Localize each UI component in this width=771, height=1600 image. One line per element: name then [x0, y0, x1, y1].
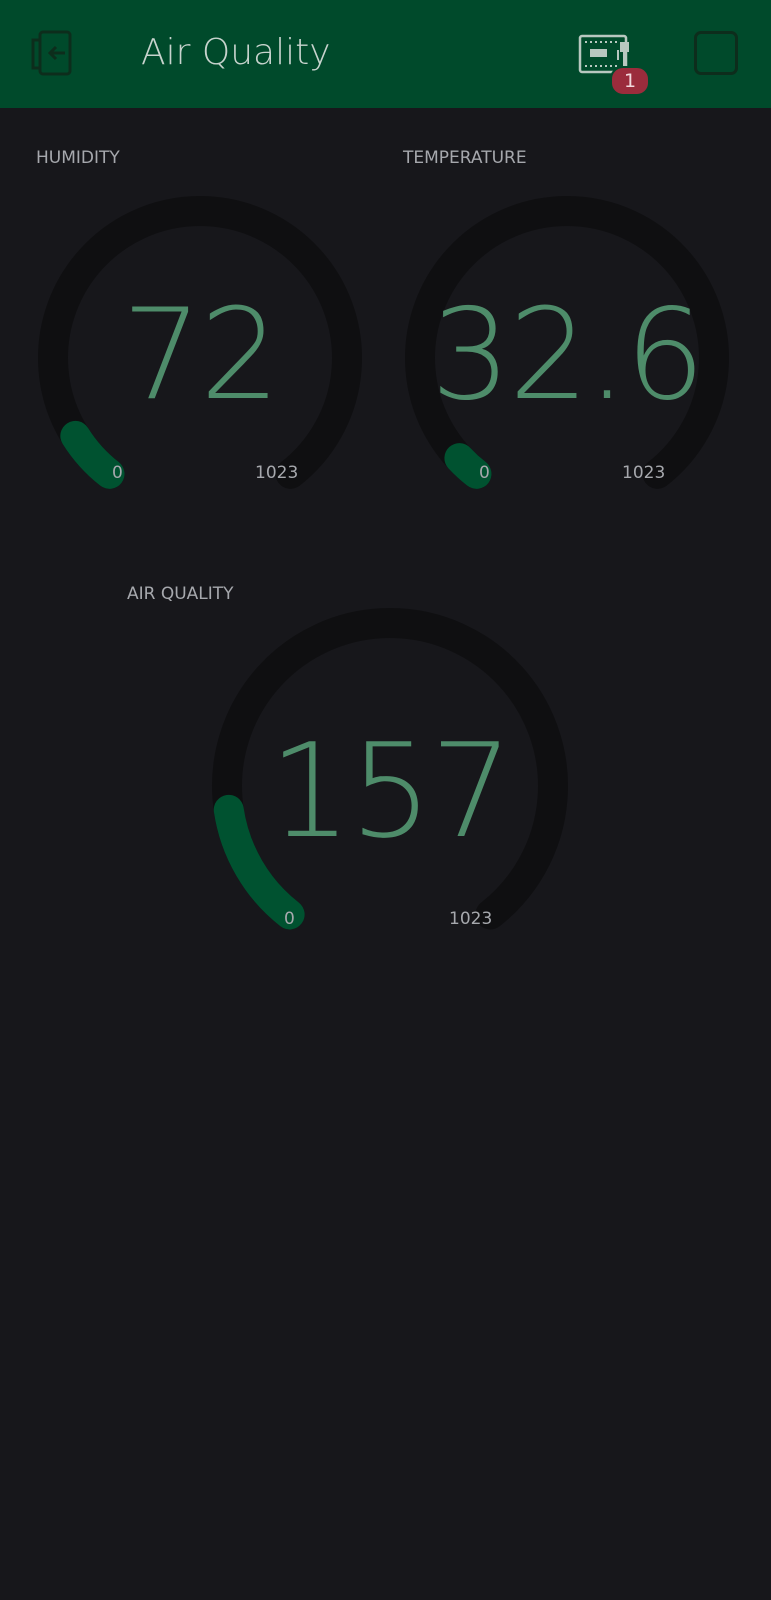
app-screen: Air Quality 1 HUMIDITY 72 0 1023 TEMPERA…: [0, 0, 771, 1600]
gauge-max: 1023: [255, 463, 299, 483]
gauge-value: 157: [268, 715, 513, 867]
back-arrow-icon: [31, 30, 72, 76]
gauge-fill: [444, 443, 492, 489]
gauge-min: 0: [284, 909, 295, 929]
gauge-min: 0: [479, 463, 490, 483]
gauge-value: 32.6: [430, 281, 706, 428]
device-notification-badge: 1: [610, 66, 650, 96]
humidity-gauge-widget[interactable]: HUMIDITY 72 0 1023: [30, 140, 370, 490]
top-app-bar: Air Quality 1: [0, 0, 771, 108]
gauge-min: 0: [112, 463, 123, 483]
stop-button[interactable]: [694, 31, 738, 75]
temperature-gauge-widget[interactable]: TEMPERATURE 32.6 0 1023: [397, 140, 737, 490]
page-title: Air Quality: [141, 32, 331, 73]
gauge-max: 1023: [622, 463, 666, 483]
gauge-value: 72: [121, 281, 280, 428]
back-button[interactable]: [28, 28, 80, 80]
gauge-fill: [60, 420, 125, 489]
gauge-max: 1023: [449, 909, 493, 929]
air-quality-gauge-widget[interactable]: AIR QUALITY 157 0 1023: [120, 574, 660, 944]
